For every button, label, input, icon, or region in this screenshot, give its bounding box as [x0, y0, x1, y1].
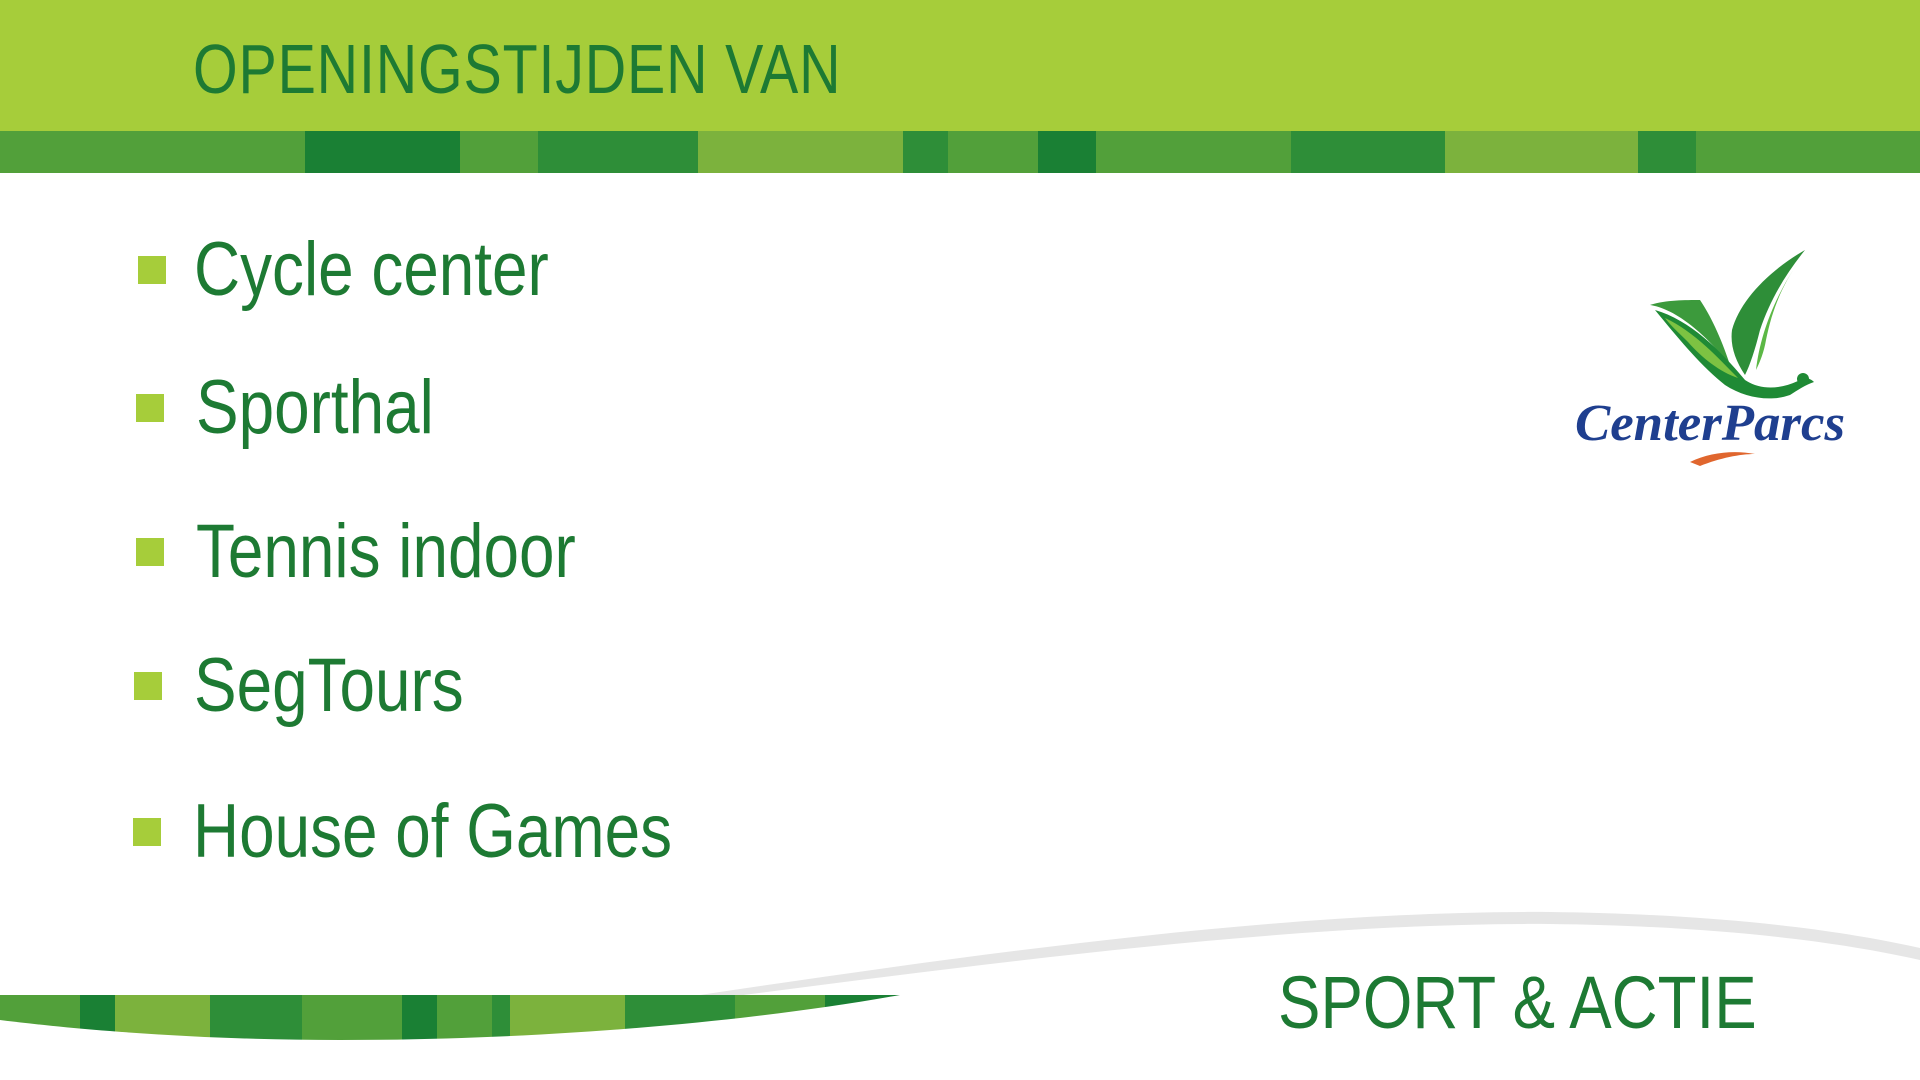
list-item-label: Cycle center — [194, 227, 549, 312]
bird-icon — [1650, 250, 1814, 399]
logo-wordmark: CenterParcs — [1575, 395, 1845, 452]
list-item-label: Tennis indoor — [196, 509, 576, 594]
list-item-label: SegTours — [194, 643, 464, 728]
bullet-square-icon — [138, 256, 166, 284]
bullet-square-icon — [134, 672, 162, 700]
list-item-label: House of Games — [193, 789, 673, 874]
logo-swoosh-icon — [1690, 452, 1755, 466]
list-item-label: Sporthal — [196, 365, 434, 450]
bullet-square-icon — [136, 538, 164, 566]
activity-list: Cycle center Sporthal Tennis indoor SegT… — [0, 0, 1200, 900]
bullet-square-icon — [136, 394, 164, 422]
section-title: SPORT & ACTIE — [1278, 961, 1757, 1044]
slide: OPENINGSTIJDEN VAN Cycle center Sporthal… — [0, 0, 1920, 1080]
bullet-square-icon — [133, 818, 161, 846]
centerparcs-logo: CenterParcs — [1575, 250, 1845, 466]
